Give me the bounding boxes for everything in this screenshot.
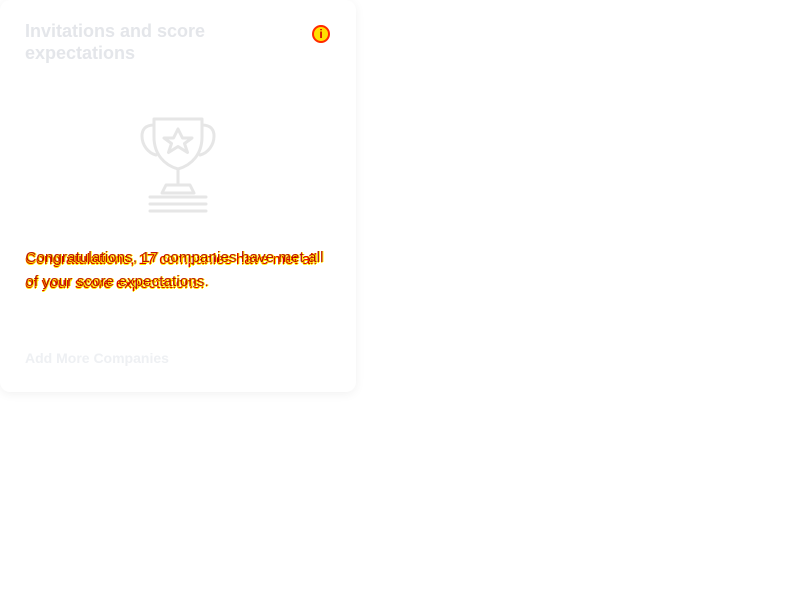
score-expectations-card: Invitations and score expectations i Con…	[0, 0, 356, 392]
success-message-text-duplicate: Congratulations, 17 companies have met a…	[25, 249, 324, 290]
add-more-companies-button[interactable]: Add More Companies	[25, 348, 225, 368]
info-icon[interactable]: i	[312, 25, 330, 43]
card-header: Invitations and score expectations i	[25, 20, 330, 68]
success-message: Congratulations, 17 companies have met a…	[25, 248, 325, 292]
trophy-icon	[138, 115, 218, 215]
card-title: Invitations and score expectations	[25, 21, 206, 63]
